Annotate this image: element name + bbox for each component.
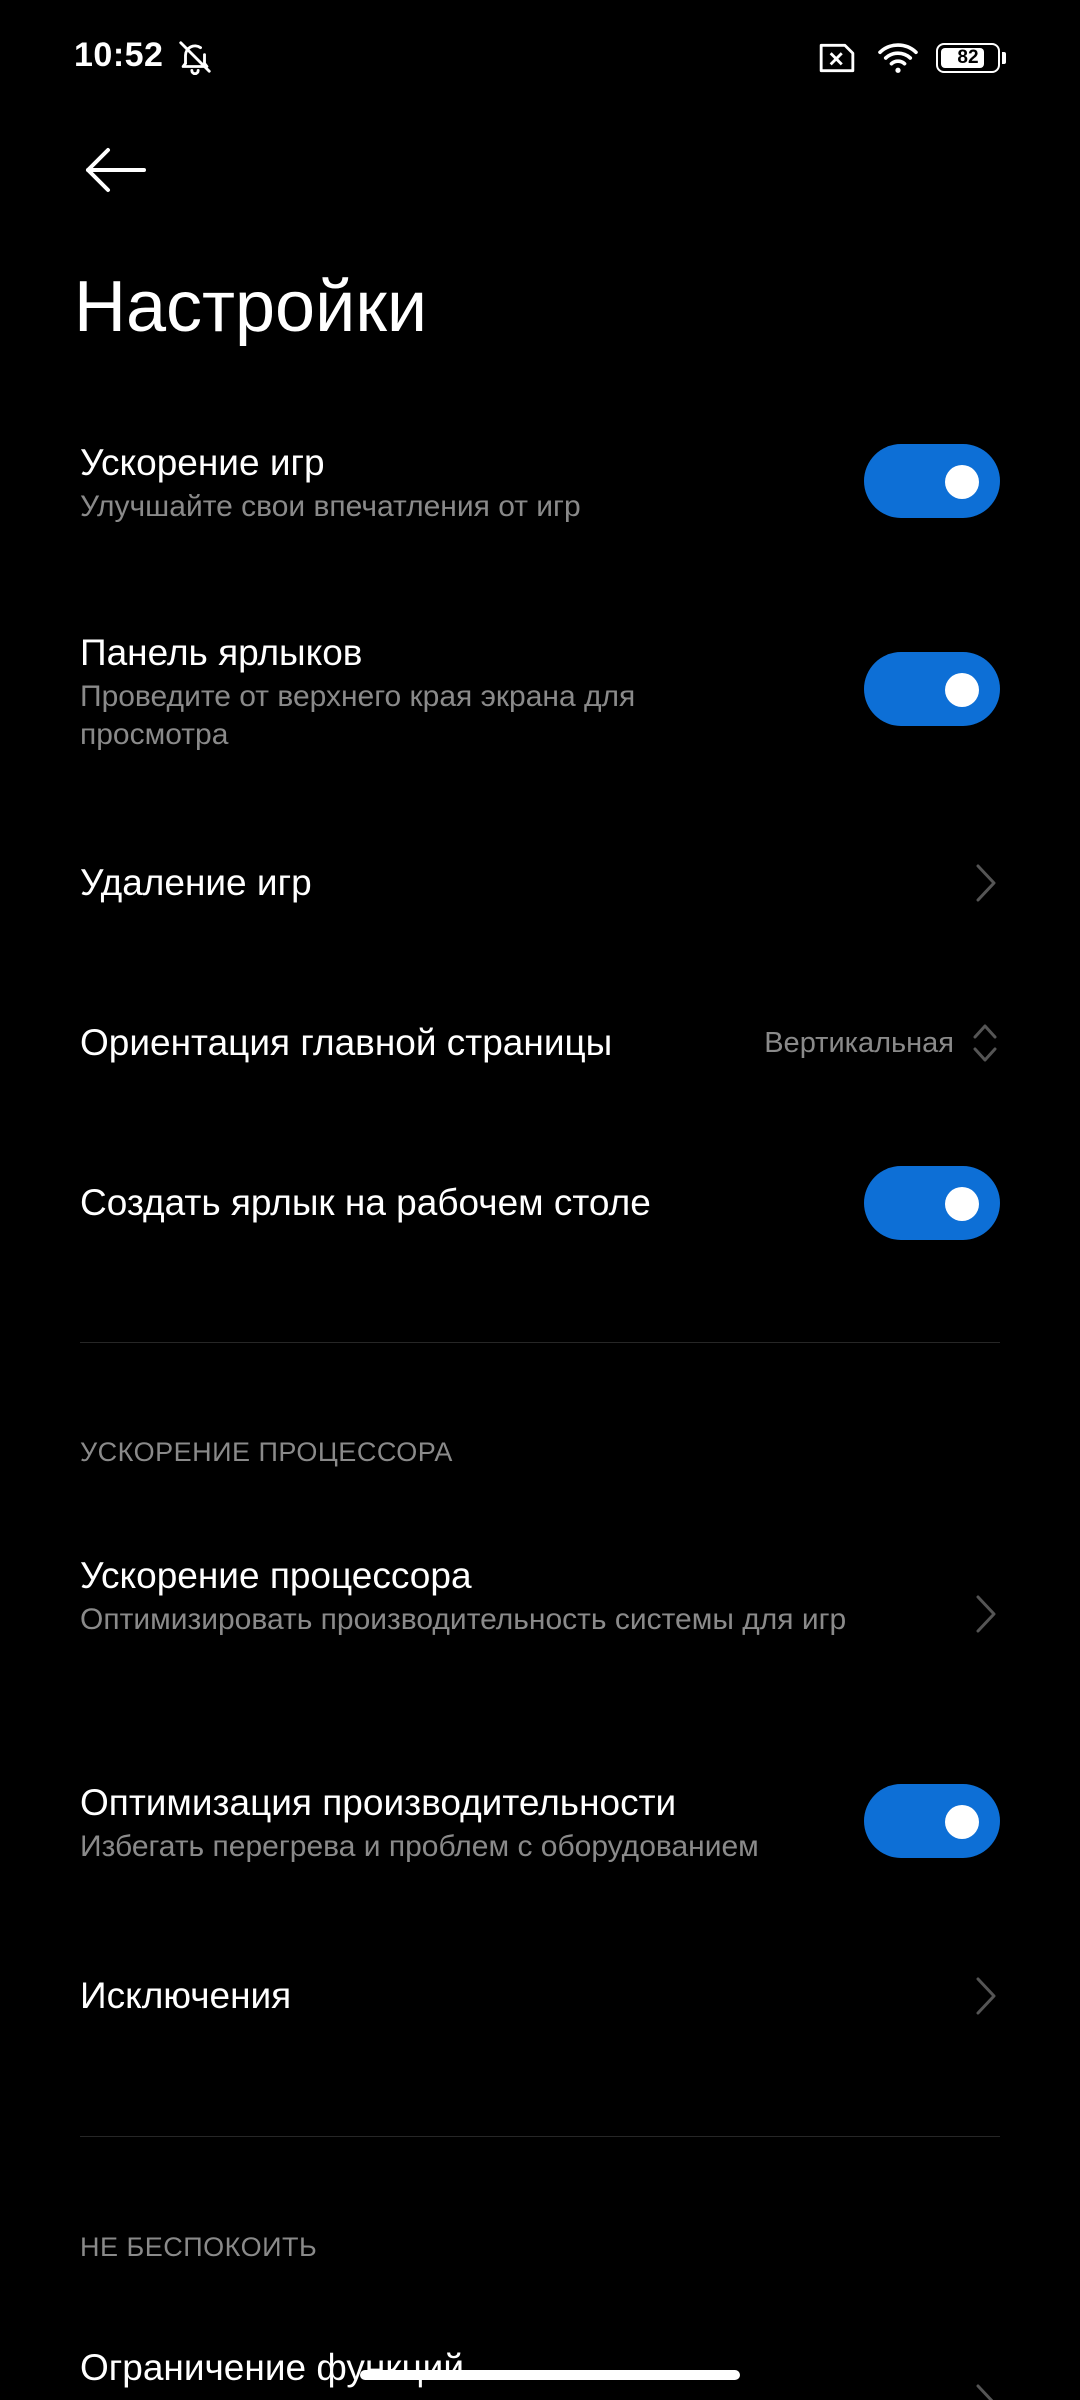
setting-title: Панель ярлыков xyxy=(80,632,363,673)
chevron-up-down-icon xyxy=(973,1024,997,1062)
setting-title: Ограничение функций xyxy=(80,2347,465,2388)
setting-title: Ускорение игр xyxy=(80,442,325,483)
status-time: 10:52 xyxy=(74,36,164,74)
chevron-right-icon xyxy=(976,1977,996,2015)
home-indicator[interactable] xyxy=(360,2370,740,2380)
desktop-shortcut-toggle[interactable] xyxy=(864,1166,1000,1240)
setting-desktop-shortcut[interactable]: Создать ярлык на рабочем столе xyxy=(80,1166,1000,1240)
toggle-knob xyxy=(945,1805,979,1839)
toggle-knob xyxy=(945,1187,979,1221)
toggle-knob xyxy=(945,465,979,499)
setting-game-boost[interactable]: Ускорение игр Улучшайте свои впечатления… xyxy=(80,440,1000,560)
setting-title: Оптимизация производительности xyxy=(80,1782,677,1823)
sim-error-icon xyxy=(819,43,855,73)
setting-subtitle: Оптимизировать производительность систем… xyxy=(80,1603,847,1636)
status-bar: 10:52 82 xyxy=(0,0,1080,120)
setting-cpu-boost[interactable]: Ускорение процессора Оптимизировать прои… xyxy=(80,1553,1000,1683)
battery-icon: 82 xyxy=(936,43,1000,73)
battery-level: 82 xyxy=(957,47,979,68)
chevron-right-icon xyxy=(976,2384,994,2400)
divider xyxy=(80,1342,1000,1343)
setting-subtitle: Проведите от верхнего края экрана для пр… xyxy=(80,680,636,751)
orientation-value[interactable]: Вертикальная xyxy=(764,1023,954,1063)
setting-title: Ускорение процессора xyxy=(80,1555,472,1596)
page-title: Настройки xyxy=(74,267,428,347)
setting-performance-optimization[interactable]: Оптимизация производительности Избегать … xyxy=(80,1780,1000,1863)
bell-off-icon xyxy=(179,41,211,75)
wifi-icon xyxy=(878,43,918,73)
setting-title: Создать ярлык на рабочем столе xyxy=(80,1182,651,1223)
setting-title: Ориентация главной страницы xyxy=(80,1022,613,1063)
toggle-knob xyxy=(945,673,979,707)
setting-shortcut-panel[interactable]: Панель ярлыков Проведите от верхнего кра… xyxy=(80,630,1000,760)
chevron-right-icon xyxy=(976,1595,996,1633)
setting-title: Удаление игр xyxy=(80,862,312,903)
section-header-cpu: УСКОРЕНИЕ ПРОЦЕССОРА xyxy=(80,1437,453,1467)
arrow-left-icon[interactable] xyxy=(80,140,152,200)
status-icons: 82 xyxy=(818,38,1006,78)
shortcut-panel-toggle[interactable] xyxy=(864,652,1000,726)
divider xyxy=(80,2136,1000,2137)
setting-subtitle: Улучшайте свои впечатления от игр xyxy=(80,490,581,523)
performance-optimization-toggle[interactable] xyxy=(864,1784,1000,1858)
setting-exceptions[interactable]: Исключения xyxy=(80,1973,1000,2023)
chevron-right-icon xyxy=(976,864,996,902)
setting-home-orientation[interactable]: Ориентация главной страницы Вертикальная xyxy=(80,1020,1000,1070)
setting-title: Исключения xyxy=(80,1975,292,2016)
battery-tip xyxy=(1002,52,1006,64)
section-header-dnd: НЕ БЕСПОКОИТЬ xyxy=(80,2232,318,2262)
setting-subtitle: Избегать перегрева и проблем с оборудова… xyxy=(80,1830,759,1863)
setting-remove-games[interactable]: Удаление игр xyxy=(80,860,1000,910)
game-boost-toggle[interactable] xyxy=(864,444,1000,518)
